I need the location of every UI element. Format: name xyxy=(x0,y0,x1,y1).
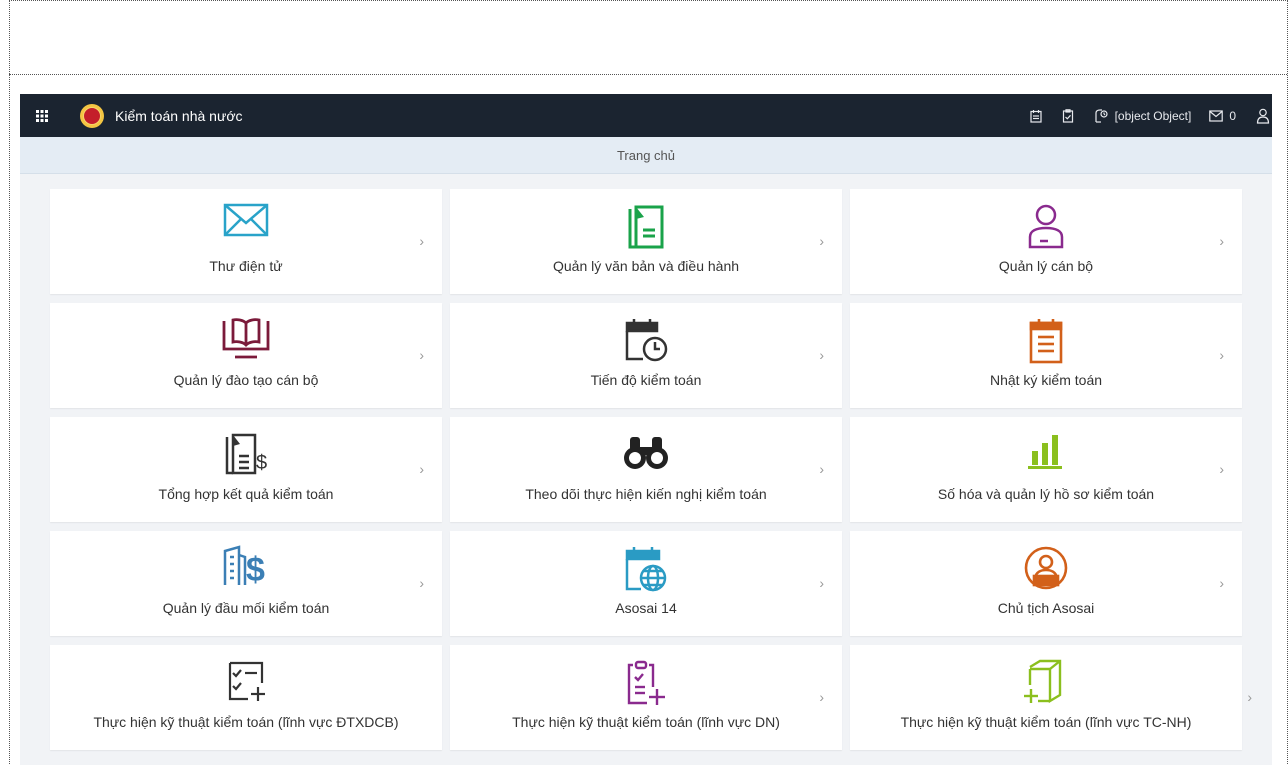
tile-digitization[interactable]: Số hóa và quản lý hồ sơ kiểm toán › xyxy=(850,417,1242,522)
chevron-right-icon: › xyxy=(819,233,824,249)
task-check-icon[interactable] xyxy=(1061,108,1075,123)
building-dollar-icon: $ xyxy=(223,545,265,589)
calendar-globe-icon xyxy=(625,547,667,592)
navbar-actions: [object Object] 0 xyxy=(1029,94,1272,137)
tile-technique-dtxdcb[interactable]: Thực hiện kỹ thuật kiểm toán (lĩnh vực Đ… xyxy=(50,645,442,750)
pages-add-icon xyxy=(1024,659,1062,704)
checklist-add-icon xyxy=(228,661,265,701)
user-menu[interactable]: [object Object] xyxy=(1093,108,1192,124)
tile-technique-dn[interactable]: Thực hiện kỹ thuật kiểm toán (lĩnh vực D… xyxy=(450,645,842,750)
mail-icon xyxy=(1209,109,1224,122)
svg-text:$: $ xyxy=(256,452,267,474)
tile-label: Thực hiện kỹ thuật kiểm toán (lĩnh vực T… xyxy=(900,714,1192,730)
tile-label: Thư điện tử xyxy=(209,258,283,274)
calendar-clock-icon xyxy=(625,319,668,362)
clipboard-add-icon xyxy=(627,660,665,705)
chairman-icon xyxy=(1024,546,1068,590)
top-navbar: Kiểm toán nhà nước [object Object] 0 xyxy=(20,94,1272,137)
tile-recommendations[interactable]: Theo dõi thực hiện kiến nghị kiểm toán › xyxy=(450,417,842,522)
tile-email[interactable]: Thư điện tử › xyxy=(50,189,442,294)
binoculars-icon xyxy=(624,437,668,469)
chevron-right-icon: › xyxy=(819,461,824,477)
calendar-icon[interactable] xyxy=(1029,109,1043,123)
sai-logo xyxy=(80,103,104,128)
account-icon[interactable] xyxy=(1256,108,1270,124)
tile-label: Quản lý đào tạo cán bộ xyxy=(173,372,319,388)
tile-label: Asosai 14 xyxy=(615,600,677,616)
tile-documents[interactable]: Quản lý văn bản và điều hành › xyxy=(450,189,842,294)
mail-menu[interactable]: 0 xyxy=(1209,109,1236,123)
breadcrumb: Trang chủ xyxy=(20,137,1272,174)
chevron-right-icon: › xyxy=(1219,575,1224,591)
user-settings-icon xyxy=(1094,108,1108,123)
chevron-right-icon: › xyxy=(419,233,424,249)
tile-label: Quản lý cán bộ xyxy=(998,258,1094,274)
tile-label: Thực hiện kỹ thuật kiểm toán (lĩnh vực Đ… xyxy=(93,714,399,730)
book-monitor-icon xyxy=(222,318,270,359)
tile-label: Tiến độ kiểm toán xyxy=(590,372,702,388)
chevron-right-icon: › xyxy=(1219,347,1224,363)
person-icon xyxy=(1028,204,1064,249)
document-icon xyxy=(628,205,664,249)
mail-count: 0 xyxy=(1229,108,1236,123)
tile-label: Theo dõi thực hiện kiến nghị kiểm toán xyxy=(525,486,767,502)
breadcrumb-home[interactable]: Trang chủ xyxy=(617,148,675,163)
app-title: Kiểm toán nhà nước xyxy=(115,107,243,124)
chevron-right-icon: › xyxy=(419,347,424,363)
tile-audit-progress[interactable]: Tiến độ kiểm toán › xyxy=(450,303,842,408)
tile-label: Chủ tịch Asosai xyxy=(997,600,1095,616)
tile-audit-diary[interactable]: Nhật ký kiểm toán › xyxy=(850,303,1242,408)
frame-separator xyxy=(9,74,1287,75)
chevron-right-icon: › xyxy=(419,461,424,477)
tile-label: Thực hiện kỹ thuật kiểm toán (lĩnh vực D… xyxy=(512,714,780,730)
document-dollar-icon: $ xyxy=(225,433,267,475)
tile-label: Quản lý văn bản và điều hành xyxy=(552,258,740,274)
tile-asosai-14[interactable]: Asosai 14 › xyxy=(450,531,842,636)
envelope-icon xyxy=(223,203,269,237)
tile-technique-tcnh[interactable]: Thực hiện kỹ thuật kiểm toán (lĩnh vực T… xyxy=(850,645,1252,750)
chevron-right-icon: › xyxy=(819,347,824,363)
app-window: Kiểm toán nhà nước [object Object] 0 Tra… xyxy=(20,94,1272,765)
tile-training[interactable]: Quản lý đào tạo cán bộ › xyxy=(50,303,442,408)
tile-label: Quản lý đầu mối kiểm toán xyxy=(162,600,330,616)
chevron-right-icon: › xyxy=(1247,689,1252,705)
chevron-right-icon: › xyxy=(419,575,424,591)
apps-grid-icon[interactable] xyxy=(34,108,50,124)
tile-label: Tổng hợp kết quả kiểm toán xyxy=(158,486,334,502)
tile-focal-points[interactable]: $ Quản lý đầu mối kiểm toán › xyxy=(50,531,442,636)
tile-audit-summary[interactable]: $ Tổng hợp kết quả kiểm toán › xyxy=(50,417,442,522)
tile-label: Nhật ký kiểm toán xyxy=(989,372,1103,388)
chevron-right-icon: › xyxy=(1219,233,1224,249)
tile-label: Số hóa và quản lý hồ sơ kiểm toán xyxy=(937,486,1155,502)
chevron-right-icon: › xyxy=(819,689,824,705)
bar-chart-icon xyxy=(1028,435,1062,469)
tile-asosai-chair[interactable]: Chủ tịch Asosai › xyxy=(850,531,1242,636)
chevron-right-icon: › xyxy=(1219,461,1224,477)
user-label: [object Object] xyxy=(1114,108,1192,123)
chevron-right-icon: › xyxy=(819,575,824,591)
svg-text:$: $ xyxy=(246,551,265,589)
tile-staff[interactable]: Quản lý cán bộ › xyxy=(850,189,1242,294)
notepad-icon xyxy=(1029,319,1063,364)
